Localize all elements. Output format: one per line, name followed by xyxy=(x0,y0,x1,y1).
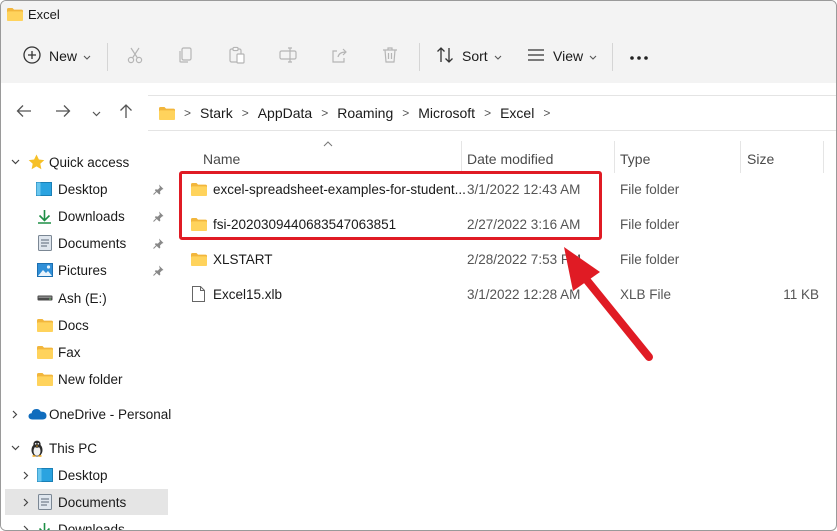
annotation-arrow-icon xyxy=(564,247,653,361)
explorer-window: Excel New Sort View > Stark > AppData > … xyxy=(0,0,837,531)
